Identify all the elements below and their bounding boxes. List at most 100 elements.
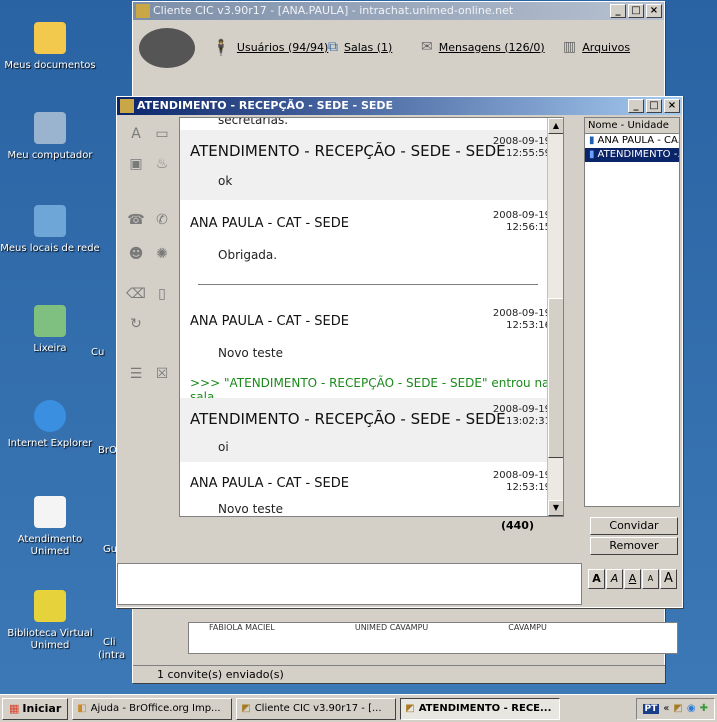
notify-icon[interactable]: ♨ xyxy=(151,153,173,175)
maximize-button[interactable]: □ xyxy=(646,99,662,113)
window-titlebar[interactable]: Cliente CIC v3.90r17 - [ANA.PAULA] - int… xyxy=(133,2,664,20)
clear-icon[interactable]: ☒ xyxy=(151,363,173,385)
rooms-icon: ⧉ xyxy=(328,39,338,55)
messages-icon: ✉ xyxy=(421,39,433,55)
font-larger-button[interactable]: A xyxy=(660,569,677,589)
desktop-icon-biblioteca[interactable]: Biblioteca Virtual Unimed xyxy=(0,590,100,652)
chat-message: ANA PAULA - CAT - SEDE 2008-09-19 12:53:1… xyxy=(180,298,563,368)
scroll-down-arrow[interactable]: ▼ xyxy=(548,500,563,516)
chat-icon xyxy=(120,99,134,113)
desktop-icon-my-documents[interactable]: Meus documentos xyxy=(0,22,100,72)
underline-button[interactable]: A xyxy=(624,569,641,589)
desktop-icon-internet-explorer[interactable]: Internet Explorer xyxy=(0,400,100,450)
window-titlebar[interactable]: ATENDIMENTO - RECEPÇÃO - SEDE - SEDE _ □… xyxy=(117,97,682,115)
taskbar-item[interactable]: ◧ Ajuda - BrOffice.org Imp... xyxy=(72,697,233,720)
cic-icon: ◩ xyxy=(241,702,251,714)
chat-message: ANA PAULA - CAT - SEDE 2008-09-19 12:53:1… xyxy=(180,464,563,516)
italic-button[interactable]: A xyxy=(606,569,623,589)
start-button[interactable]: ▦ Iniciar xyxy=(2,697,69,720)
close-button[interactable]: × xyxy=(664,99,680,113)
partial-message-text: secretarias. xyxy=(218,117,289,127)
tray-app-icon[interactable]: ◩ xyxy=(673,703,682,714)
minimize-button[interactable]: _ xyxy=(628,99,644,113)
desktop-icon-label: Meus documentos xyxy=(4,60,96,71)
recycle-bin-icon xyxy=(34,305,66,337)
maximize-button[interactable]: □ xyxy=(628,4,644,18)
message-sender: ANA PAULA - CAT - SEDE xyxy=(190,476,349,491)
message-sender: ATENDIMENTO - RECEPÇÃO - SEDE - SEDE xyxy=(190,142,506,160)
message-text: Obrigada. xyxy=(218,248,278,262)
desktop-icon-atendimento[interactable]: Atendimento Unimed xyxy=(0,496,100,558)
scroll-up-arrow[interactable]: ▲ xyxy=(548,118,563,134)
tab-files[interactable]: ▥ Arquivos xyxy=(563,34,630,60)
cic-icon: ◩ xyxy=(405,702,415,714)
message-text: oi xyxy=(218,440,229,454)
users-list-back[interactable]: FABIOLA MACIEL UNIMED CAVAMPU CAVAMPU xyxy=(188,622,678,654)
message-text: Novo teste xyxy=(218,502,284,516)
invite-button[interactable]: Convidar xyxy=(590,517,678,535)
tray-shield-icon[interactable]: ✚ xyxy=(700,703,708,714)
chat-room-window[interactable]: ATENDIMENTO - RECEPÇÃO - SEDE - SEDE _ □… xyxy=(116,96,683,608)
tab-users[interactable]: 🕴 Usuários (94/94) xyxy=(211,34,328,60)
taskbar-item-active[interactable]: ◩ ATENDIMENTO - RECE... xyxy=(400,697,561,720)
message-text: ok xyxy=(218,174,233,188)
tab-rooms[interactable]: ⧉ Salas (1) xyxy=(328,34,392,60)
chat-history[interactable]: secretarias. ATENDIMENTO - RECEPÇÃO - SE… xyxy=(179,117,564,517)
document-icon[interactable]: ▯ xyxy=(151,283,173,305)
window-title: ATENDIMENTO - RECEPÇÃO - SEDE - SEDE xyxy=(137,99,394,112)
close-button[interactable]: × xyxy=(646,4,662,18)
message-date: 2008-09-19 xyxy=(492,404,551,415)
speaker-icon[interactable]: ✺ xyxy=(151,243,173,265)
minimize-button[interactable]: _ xyxy=(610,4,626,18)
refresh-icon[interactable]: ↻ xyxy=(125,313,147,335)
erase-icon[interactable]: ⌫ xyxy=(125,283,147,305)
user-icon: 🕴 xyxy=(211,37,231,57)
font-smaller-button[interactable]: A xyxy=(642,569,659,589)
room-user-list[interactable]: Nome - Unidade ▮ ANA PAULA - CA... ▮ ATE… xyxy=(584,117,680,507)
avatar xyxy=(139,28,195,68)
font-size-icon[interactable]: A xyxy=(125,123,147,145)
desktop-icon-label: Biblioteca Virtual Unimed xyxy=(7,628,93,651)
chat-scrollbar[interactable]: ▲ ▼ xyxy=(547,118,563,516)
taskbar: ▦ Iniciar ◧ Ajuda - BrOffice.org Imp... … xyxy=(0,694,717,722)
separator xyxy=(198,284,538,286)
chevron-left-icon[interactable]: « xyxy=(663,703,669,714)
tab-messages[interactable]: ✉ Mensagens (126/0) xyxy=(421,34,545,60)
desktop-icon-label: Meu computador xyxy=(7,150,93,161)
desktop-icon-my-computer[interactable]: Meu computador xyxy=(0,112,100,162)
list-cell: FABIOLA MACIEL xyxy=(209,623,275,632)
chat-message: ATENDIMENTO - RECEPÇÃO - SEDE - SEDE 200… xyxy=(180,130,563,200)
handset-icon[interactable]: ✆ xyxy=(151,209,173,231)
chat-message: ATENDIMENTO - RECEPÇÃO - SEDE - SEDE 200… xyxy=(180,398,563,462)
message-time: 12:53:19 xyxy=(506,482,551,493)
phone-icon[interactable]: ☎ xyxy=(125,209,147,231)
taskbar-item[interactable]: ◩ Cliente CIC v3.90r17 - [... xyxy=(236,697,397,720)
bold-button[interactable]: A xyxy=(588,569,605,589)
message-input[interactable] xyxy=(117,563,582,605)
save-icon[interactable]: ▣ xyxy=(125,153,147,175)
list-item[interactable]: ▮ ANA PAULA - CA... xyxy=(585,134,679,148)
desktop-icon-network[interactable]: Meus locais de rede xyxy=(0,205,100,255)
users-icon[interactable]: ☻ xyxy=(125,243,147,265)
partial-icon-label: Cu xyxy=(91,347,105,358)
message-date: 2008-09-19 xyxy=(492,136,551,147)
scroll-thumb[interactable] xyxy=(548,298,563,458)
window-icon[interactable]: ▭ xyxy=(151,123,173,145)
chat-message: ANA PAULA - CAT - SEDE 2008-09-19 12:56:1… xyxy=(180,202,563,272)
desktop-icon-label: Atendimento Unimed xyxy=(17,534,83,557)
list-item[interactable]: ▮ ATENDIMENTO -... xyxy=(585,148,679,162)
atendimento-icon xyxy=(34,496,66,528)
format-toolbar: A A A A A xyxy=(588,569,677,589)
network-icon xyxy=(34,205,66,237)
desktop-icon-recycle-bin[interactable]: Lixeira xyxy=(0,305,100,355)
tray-network-icon[interactable]: ◉ xyxy=(687,703,696,714)
language-indicator[interactable]: PT xyxy=(642,703,660,714)
message-sender: ATENDIMENTO - RECEPÇÃO - SEDE - SEDE xyxy=(190,410,506,428)
notes-icon[interactable]: ☰ xyxy=(125,363,147,385)
system-tray: PT « ◩ ◉ ✚ xyxy=(635,697,715,720)
status-text: 1 convite(s) enviado(s) xyxy=(157,668,284,681)
computer-icon xyxy=(34,112,66,144)
message-time: 12:55:59 xyxy=(506,148,551,159)
remove-button[interactable]: Remover xyxy=(590,537,678,555)
side-toolbar: A ▭ ▣ ♨ ☎ ✆ ☻ ✺ ⌫ ▯ ↻ ☰ ☒ xyxy=(119,117,177,502)
